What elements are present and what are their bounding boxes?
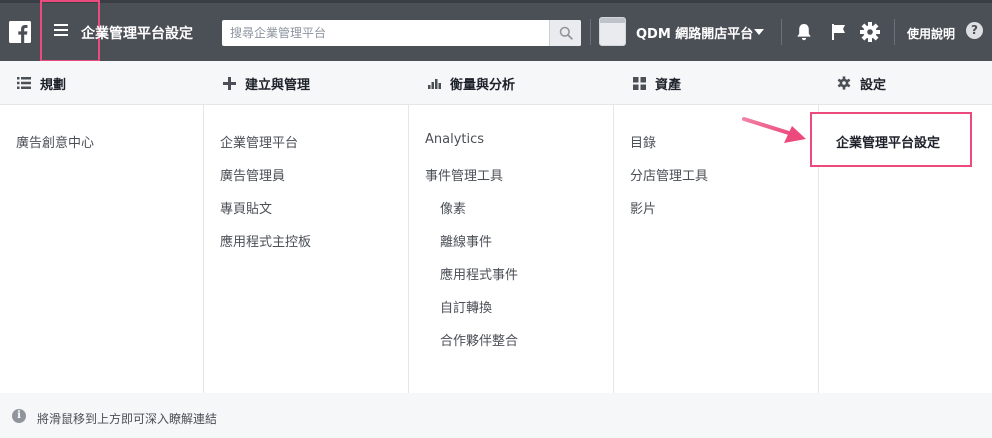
column-heading-plan[interactable]: 規劃 [16,61,66,105]
plus-icon [221,75,237,91]
top-bar: 企業管理平台設定 QDM 網路開店平台 [0,0,992,62]
list-icon [16,75,32,91]
column-assets: 目錄 分店管理工具 影片 [614,105,819,393]
column-create-manage: 企業管理平台 廣告管理員 專頁貼文 應用程式主控板 [204,105,409,393]
column-heading-assets[interactable]: 資產 [631,61,681,105]
footer-hint-text: 將滑鼠移到上方即可深入瞭解連結 [37,412,218,426]
menu-link-partner-integrations[interactable]: 合作夥伴整合 [440,330,518,349]
menu-link-pixels[interactable]: 像素 [440,198,466,217]
caret-down-icon [754,29,764,35]
gear-icon[interactable] [859,21,881,43]
menu-link-page-posts[interactable]: 專頁貼文 [220,198,272,217]
info-icon: i [12,409,26,423]
menu-link-custom-conversions[interactable]: 自訂轉換 [440,297,492,316]
grid-icon [631,75,647,91]
search-input[interactable] [222,20,549,46]
column-heading-label: 衡量與分析 [450,77,516,93]
column-heading-create-manage[interactable]: 建立與管理 [221,61,310,105]
footer-hint-bar: i 將滑鼠移到上方即可深入瞭解連結 [0,393,992,438]
column-heading-measure-report[interactable]: 衡量與分析 [426,61,515,105]
menu-link-business-settings[interactable]: 企業管理平台設定 [810,112,972,167]
top-bar-divider [590,19,591,45]
top-bar-divider [894,19,895,45]
search-box [222,20,581,46]
top-bar-accent [0,0,992,3]
bell-icon[interactable] [793,21,815,43]
help-link[interactable]: 使用說明 ? [907,22,983,42]
column-heading-label: 建立與管理 [245,77,311,93]
column-heading-label: 資產 [655,77,682,93]
annotation-arrow-icon [742,117,806,143]
menu-link-analytics[interactable]: Analytics [425,132,484,147]
menu-link-app-dashboard[interactable]: 應用程式主控板 [220,231,311,250]
search-button[interactable] [549,20,581,46]
menu-link-offline-events[interactable]: 離線事件 [440,231,492,250]
column-measure-report: Analytics 事件管理工具 像素 離線事件 應用程式事件 自訂轉換 合作夥… [409,105,614,393]
page-title: 企業管理平台設定 [81,26,193,42]
menu-link-app-events[interactable]: 應用程式事件 [440,264,518,283]
search-icon [559,26,573,40]
menu-link-events-manager[interactable]: 事件管理工具 [425,165,503,184]
menu-link-creative-hub[interactable]: 廣告創意中心 [16,132,94,151]
account-avatar [599,17,626,46]
menu-column-headers: 規劃 建立與管理 衡量與分析 資產 設定 [0,61,992,105]
hamburger-icon[interactable] [54,23,70,37]
bar-chart-icon [426,75,442,91]
menu-link-label: 企業管理平台設定 [836,136,941,151]
column-heading-settings[interactable]: 設定 [836,61,886,105]
help-label: 使用說明 [907,27,956,41]
column-heading-label: 規劃 [40,77,67,93]
question-icon: ? [966,22,983,39]
gear-icon [836,75,852,91]
menu-link-store-locations[interactable]: 分店管理工具 [630,165,708,184]
menu-link-videos[interactable]: 影片 [630,198,656,217]
top-bar-divider [781,19,782,45]
menu-link-ads-manager[interactable]: 廣告管理員 [220,165,285,184]
menu-link-catalogs[interactable]: 目錄 [630,132,656,151]
facebook-logo-icon[interactable] [9,21,31,43]
column-plan: 廣告創意中心 [0,105,204,393]
column-heading-label: 設定 [860,77,887,93]
account-name: QDM 網路開店平台 [636,27,754,42]
flag-icon[interactable] [828,21,850,43]
menu-link-business-manager[interactable]: 企業管理平台 [220,132,298,151]
